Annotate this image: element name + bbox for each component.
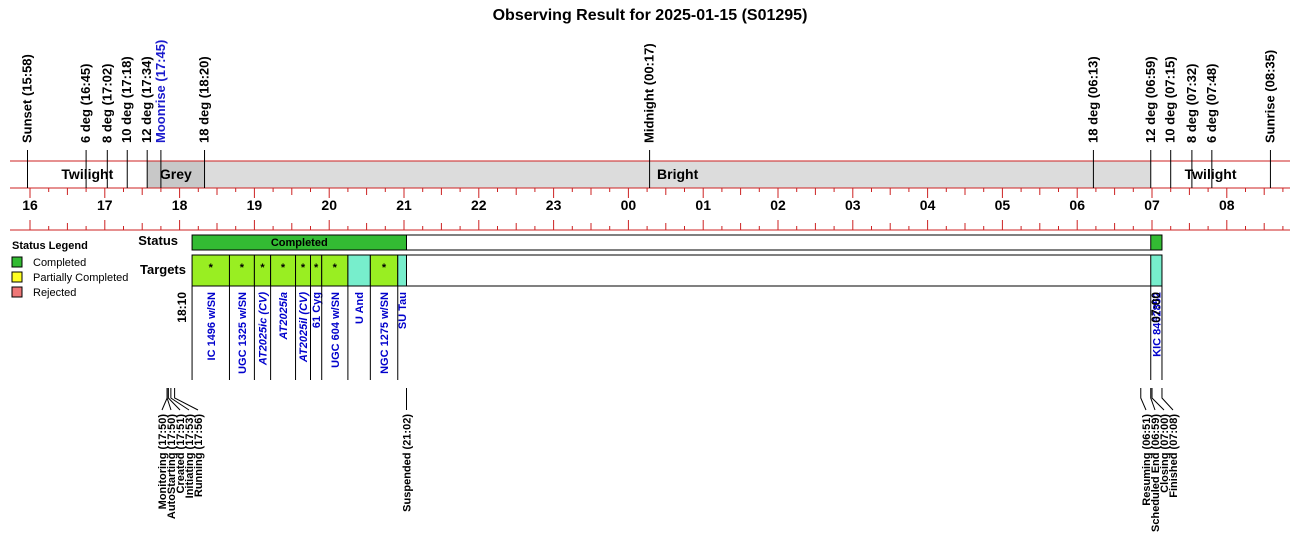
legend-swatch — [11, 286, 23, 298]
hour-tick-label: 22 — [471, 197, 487, 213]
hour-tick-label: 08 — [1219, 197, 1235, 213]
hour-tick-label: 23 — [546, 197, 562, 213]
event-label: Midnight (00:17) — [642, 43, 657, 143]
hour-tick-label: 19 — [247, 197, 263, 213]
hour-tick-label: 18 — [172, 197, 188, 213]
observing-result-page: Observing Result for 2025-01-15 (S01295)… — [0, 0, 1300, 560]
target-mark: * — [281, 262, 286, 274]
time-stamp-label: 18:10 — [175, 292, 189, 323]
target-name: IC 1496 w/SN — [206, 292, 218, 361]
target-name: NGC 1275 w/SN — [379, 292, 391, 374]
target-block — [397, 254, 407, 287]
hour-tick-label: 16 — [22, 197, 38, 213]
target-mark: * — [301, 262, 306, 274]
legend-item-label: Rejected — [33, 287, 76, 299]
event-label: 10 deg (07:15) — [1163, 56, 1178, 143]
target-mark: * — [314, 262, 319, 274]
target-name: UGC 604 w/SN — [330, 292, 342, 368]
diagram-title: Observing Result for 2025-01-15 (S01295) — [493, 7, 808, 24]
status-row-label: Status — [138, 233, 178, 248]
target-name: UGC 1325 w/SN — [237, 292, 249, 374]
target-name: SU Tau — [397, 292, 409, 329]
hour-tick-label: 06 — [1069, 197, 1085, 213]
target-name: AT2025la — [278, 292, 290, 341]
status-legend: Status Legend Completed Partially Complet… — [11, 240, 128, 299]
log-entry-label: Running (17:56) — [193, 414, 205, 497]
sky-band-label: Grey — [160, 166, 192, 182]
legend-swatch — [11, 271, 23, 283]
hour-tick-label: 17 — [97, 197, 113, 213]
target-block — [347, 254, 371, 287]
target-block — [1150, 254, 1163, 287]
targets-row-label: Targets — [140, 262, 186, 277]
target-mark: * — [333, 262, 338, 274]
target-mark: * — [209, 262, 214, 274]
hour-tick-label: 20 — [321, 197, 337, 213]
observing-timeline-diagram: Observing Result for 2025-01-15 (S01295)… — [10, 7, 1290, 532]
event-label: Moonrise (17:45) — [153, 40, 168, 143]
hour-tick-label: 21 — [396, 197, 412, 213]
target-name: U And — [354, 292, 366, 324]
target-mark: * — [260, 262, 265, 274]
hour-tick-label: 01 — [695, 197, 711, 213]
hour-tick-label: 04 — [920, 197, 936, 213]
legend-item-label: Partially Completed — [33, 272, 128, 284]
target-mark: * — [240, 262, 245, 274]
hour-tick-label: 03 — [845, 197, 861, 213]
target-name: AT2025ic (CV) — [258, 292, 270, 366]
log-connector — [161, 388, 168, 411]
event-label: 6 deg (16:45) — [78, 64, 93, 143]
event-label: Sunset (15:58) — [20, 54, 35, 143]
log-entry-label: Suspended (21:02) — [401, 414, 413, 512]
legend-swatch — [11, 256, 23, 268]
legend-title: Status Legend — [12, 240, 88, 252]
status-bar-label: Completed — [271, 237, 328, 249]
log-connector — [174, 388, 199, 411]
event-label: 18 deg (06:13) — [1085, 56, 1100, 143]
event-label: 8 deg (07:32) — [1184, 64, 1199, 143]
event-label: Sunrise (08:35) — [1262, 50, 1277, 143]
status-log: Monitoring (17:50)AutoStarting (17:50)Cr… — [157, 388, 1180, 532]
time-axis: 16 17 18 19 20 21 22 23 00 01 02 03 04 05 06 07 08 — [22, 188, 1284, 230]
hour-tick-label: 00 — [621, 197, 637, 213]
event-label: 12 deg (06:59) — [1143, 56, 1158, 143]
hour-tick-label: 05 — [995, 197, 1011, 213]
event-label: 18 deg (18:20) — [197, 56, 212, 143]
log-entry-label: Finished (07:08) — [1168, 414, 1180, 498]
log-connector — [170, 388, 190, 411]
event-label: 8 deg (17:02) — [99, 64, 114, 143]
log-connector — [1161, 388, 1174, 411]
event-label: 6 deg (07:48) — [1204, 64, 1219, 143]
sky-band-label: Twilight — [61, 166, 113, 182]
log-connector — [1140, 388, 1147, 411]
status-bar — [1150, 234, 1163, 251]
legend-item-label: Completed — [33, 257, 86, 269]
sky-band-label: Bright — [657, 166, 699, 182]
hour-tick-label: 02 — [770, 197, 786, 213]
target-mark: * — [382, 262, 387, 274]
target-name: AT2025il (CV) — [298, 292, 310, 363]
time-stamp-label: 07:00 — [1149, 292, 1163, 323]
sky-band-label: Twilight — [1185, 166, 1237, 182]
hour-tick-label: 07 — [1144, 197, 1160, 213]
event-label: 10 deg (17:18) — [119, 56, 134, 143]
